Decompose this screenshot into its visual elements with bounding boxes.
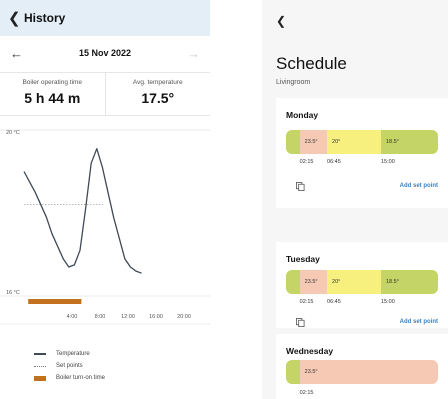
temperature-line: [23, 148, 142, 274]
date-navigator: ← 15 Nov 2022 →: [0, 40, 210, 66]
switch-time: 02:15: [299, 390, 314, 396]
schedule-segment[interactable]: 23.5°: [299, 360, 438, 384]
schedule-segment[interactable]: 20°: [327, 270, 381, 294]
legend-bar-swatch: [34, 375, 46, 381]
y-tick-label: 16 °C: [6, 290, 20, 296]
chart-legend: Temperature Set points Boiler turn-on ti…: [34, 348, 105, 384]
temperature-chart: 20 °C 16 °C 4:00 8:00 12:00 16:00 20:00: [0, 129, 210, 325]
history-header: ❮ History: [0, 0, 210, 36]
selected-date: 15 Nov 2022: [78, 48, 132, 58]
schedule-bar[interactable]: 23.5° 20° 18.5°: [286, 130, 438, 154]
legend-item-boiler: Boiler turn-on time: [34, 372, 105, 384]
stat-operating-time: Boiler operating time 5 h 44 m: [0, 73, 105, 115]
y-tick-label: 20 °C: [6, 130, 20, 136]
legend-item-temperature: Temperature: [34, 348, 105, 360]
copy-icon[interactable]: [296, 182, 305, 191]
legend-label: Set points: [56, 363, 83, 369]
segment-temperature: 18.5°: [385, 279, 399, 285]
schedule-bar[interactable]: 23.5°: [286, 360, 438, 384]
stat-label: Boiler operating time: [22, 79, 83, 86]
stat-avg-temperature: Avg. temperature 17.5°: [104, 73, 211, 115]
x-tick-label: 20:00: [177, 314, 191, 320]
schedule-segment[interactable]: 23.5°: [299, 130, 328, 154]
legend-item-set-points: Set points: [34, 360, 105, 372]
segment-temperature: 23.5°: [304, 279, 318, 285]
page-title: History: [24, 11, 66, 25]
day-name: Monday: [286, 110, 319, 120]
day-card: Tuesday 23.5° 20° 18.5° 02:15 06:45 15:00 Add s…: [276, 242, 448, 328]
boiler-on-bar: [28, 299, 82, 304]
segment-temperature: 23.5°: [304, 369, 318, 375]
arrow-left-icon[interactable]: ←: [10, 46, 23, 61]
switch-time: 15:00: [381, 159, 395, 165]
schedule-screen: ❮ Schedule Livingroom Monday 23.5° 20° 18.5…: [262, 0, 448, 399]
stat-label: Avg. temperature: [132, 79, 183, 86]
stat-value: 17.5°: [141, 90, 175, 106]
room-name: Livingroom: [276, 79, 311, 86]
segment-temperature: 20°: [332, 139, 341, 145]
day-name: Wednesday: [286, 346, 334, 356]
chevron-left-icon[interactable]: ❮: [0, 9, 24, 27]
schedule-segment[interactable]: [286, 130, 300, 154]
segment-temperature: 18.5°: [385, 139, 399, 145]
arrow-right-icon[interactable]: →: [187, 46, 200, 61]
legend-line-swatch: [34, 353, 46, 355]
switch-time: 06:45: [327, 299, 341, 305]
chevron-left-icon[interactable]: ❮: [276, 14, 286, 28]
page-title: Schedule: [276, 54, 347, 73]
switch-time: 02:15: [299, 299, 314, 305]
x-tick-label: 4:00: [67, 314, 78, 320]
stat-value: 5 h 44 m: [24, 90, 81, 106]
x-tick-label: 16:00: [149, 314, 163, 320]
schedule-segment[interactable]: 23.5°: [299, 270, 328, 294]
day-card: Wednesday 23.5° 02:15: [276, 334, 448, 399]
add-set-point-link[interactable]: Add set point: [400, 183, 438, 189]
x-tick-label: 12:00: [121, 314, 135, 320]
schedule-segment[interactable]: [286, 360, 300, 384]
segment-temperature: 23.5°: [304, 139, 318, 145]
schedule-segment[interactable]: 20°: [327, 130, 381, 154]
add-set-point-link[interactable]: Add set point: [400, 319, 438, 325]
legend-label: Boiler turn-on time: [56, 375, 106, 381]
schedule-bar[interactable]: 23.5° 20° 18.5°: [286, 270, 438, 294]
legend-dash-swatch: [34, 365, 46, 367]
day-card: Monday 23.5° 20° 18.5° 02:15 06:45 15:00 Add se…: [276, 98, 448, 208]
schedule-segment[interactable]: 18.5°: [380, 270, 438, 294]
x-tick-label: 8:00: [95, 314, 106, 320]
switch-time: 02:15: [299, 159, 314, 165]
copy-icon[interactable]: [296, 318, 305, 327]
stats-panel: Boiler operating time 5 h 44 m Avg. temp…: [0, 72, 210, 116]
day-name: Tuesday: [286, 254, 320, 264]
segment-temperature: 20°: [332, 279, 341, 285]
schedule-segment[interactable]: 18.5°: [380, 130, 438, 154]
switch-time: 15:00: [381, 299, 395, 305]
switch-time: 06:45: [327, 159, 341, 165]
history-screen: ❮ History ← 15 Nov 2022 → Boiler operati…: [0, 0, 210, 399]
legend-label: Temperature: [56, 351, 90, 357]
schedule-segment[interactable]: [286, 270, 300, 294]
